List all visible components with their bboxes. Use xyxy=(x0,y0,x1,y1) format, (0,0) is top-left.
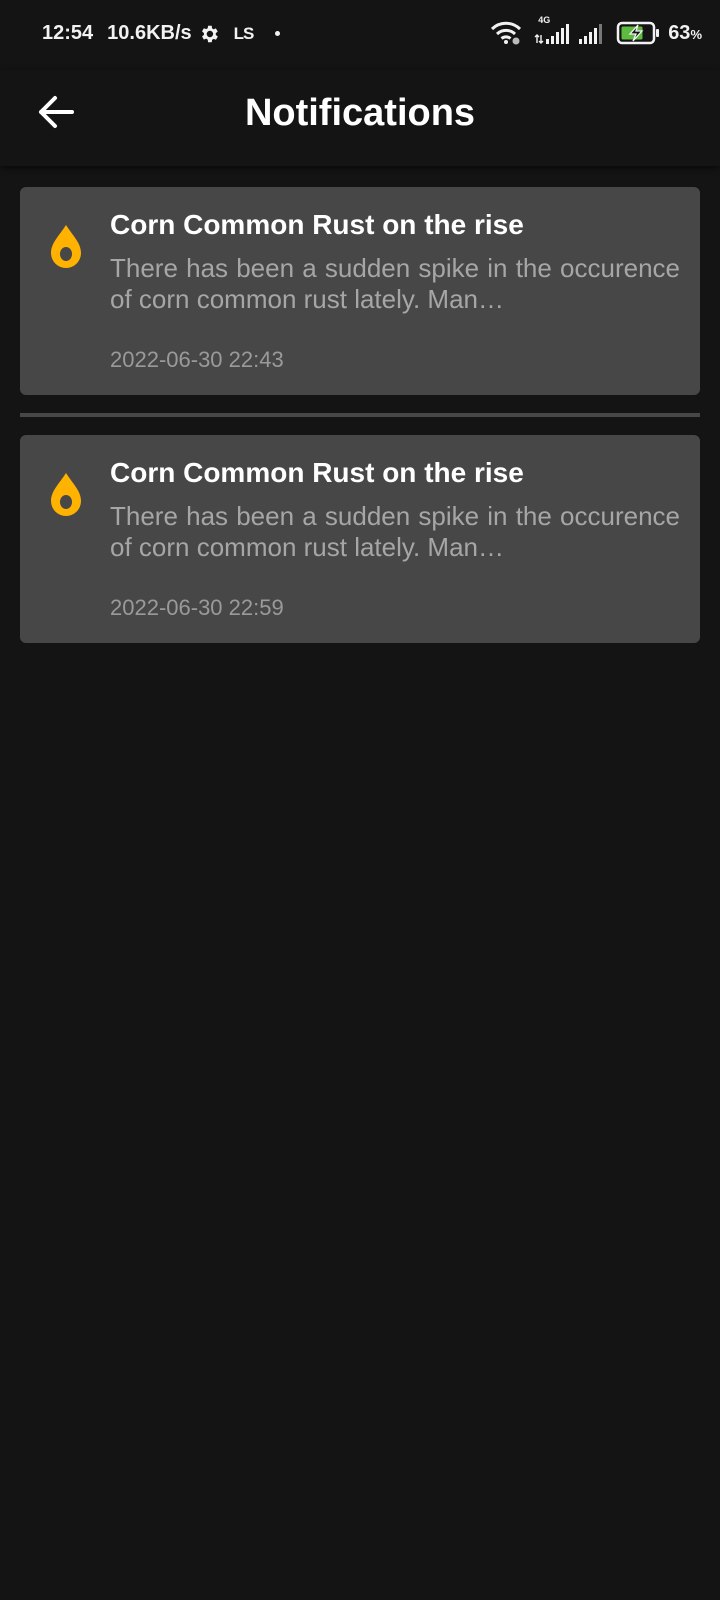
drop-icon xyxy=(46,469,86,519)
status-bar: 12:54 10.6KB/s LS 4G 63% xyxy=(0,0,720,70)
signal-icon xyxy=(578,21,606,45)
status-right: 4G 63% xyxy=(490,15,702,46)
page-title: Notifications xyxy=(244,92,476,134)
notification-dot-icon xyxy=(275,31,281,36)
notification-title: Corn Common Rust on the rise xyxy=(110,457,524,488)
notification-card[interactable]: Corn Common Rust on the rise There has b… xyxy=(20,435,700,643)
battery-charging-icon xyxy=(616,20,662,46)
notification-timestamp: 2022-06-30 22:43 xyxy=(110,347,284,372)
status-left: 12:54 10.6KB/s LS xyxy=(42,22,281,45)
notification-body: There has been a sudden spike in the occ… xyxy=(110,501,680,562)
notification-list: Corn Common Rust on the rise There has b… xyxy=(20,187,700,643)
notification-title: Corn Common Rust on the rise xyxy=(110,209,524,240)
network-type-label: 4G xyxy=(538,15,551,25)
divider xyxy=(20,413,700,417)
status-net-speed: 10.6KB/s xyxy=(107,22,192,44)
notification-card[interactable]: Corn Common Rust on the rise There has b… xyxy=(20,187,700,395)
drop-icon xyxy=(46,221,86,271)
status-time: 12:54 xyxy=(42,22,94,44)
notification-timestamp: 2022-06-30 22:59 xyxy=(110,595,284,620)
battery-percent: 63% xyxy=(668,21,702,44)
carrier-ls-icon: LS xyxy=(233,23,255,43)
signal-4g-icon: 4G xyxy=(534,15,570,45)
notification-body: There has been a sudden spike in the occ… xyxy=(110,253,680,314)
settings-gear-icon xyxy=(198,23,220,45)
wifi-icon xyxy=(490,21,522,45)
app-bar: Notifications xyxy=(0,70,720,166)
